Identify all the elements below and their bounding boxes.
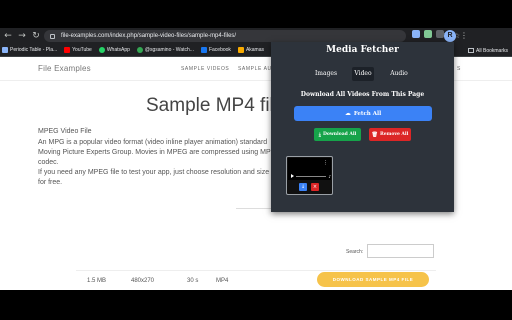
video-delete-button[interactable]: × (311, 183, 319, 191)
paragraph-line: codec. (38, 159, 59, 166)
trash-icon: × (312, 184, 318, 190)
file-size-cell: 1.5 MB (87, 278, 107, 284)
extensions-area (412, 30, 444, 38)
video-download-button[interactable]: ↓ (299, 183, 307, 191)
download-sample-button[interactable]: DOWNLOAD SAMPLE MP4 FILE (317, 272, 429, 287)
section-subtitle: MPEG Video File (38, 128, 92, 135)
omnibox[interactable]: file-examples.com/index.php/sample-video… (44, 30, 406, 42)
facebook-favicon-icon (200, 47, 207, 53)
folder-icon (468, 48, 475, 53)
tab-images[interactable]: Images (312, 67, 340, 81)
seek-bar[interactable] (296, 175, 327, 177)
media-fetcher-popup: Media Fetcher Images Video Audio Downloa… (271, 42, 454, 212)
nav-link[interactable]: SAMPLE VIDEOS (181, 66, 229, 72)
periodic-table-favicon-icon (2, 47, 8, 53)
back-icon[interactable]: ← (2, 30, 14, 42)
duration-cell: 30 s (187, 278, 199, 284)
video-options-icon[interactable]: ⋮ (323, 160, 328, 166)
bookmark-item[interactable]: Periodic Table - Pla... (2, 47, 57, 53)
popup-title: Media Fetcher (326, 45, 399, 55)
paragraph-line: Moving Picture Experts Group. Movies in … (38, 149, 276, 156)
fetch-all-button[interactable]: ☁ Fetch All (294, 106, 432, 121)
download-all-button[interactable]: ⤓ Download All (314, 128, 361, 141)
forward-icon[interactable]: → (16, 30, 28, 42)
paragraph-line: If you need any MPEG file to test your a… (38, 169, 270, 176)
nav-link[interactable]: SAMPLE AU (238, 66, 272, 72)
browser-menu-icon[interactable]: ⋮ (460, 30, 468, 42)
extension-icon[interactable] (424, 30, 432, 38)
black-bar-top (0, 0, 512, 28)
video-thumbnail[interactable]: ⋮ ♪ (288, 158, 331, 180)
bookmark-item[interactable]: @sgsamino - Watch... (136, 47, 194, 53)
bookmark-item[interactable]: Facebook (200, 47, 231, 53)
resolution-cell: 480x270 (131, 278, 155, 284)
all-bookmarks-button[interactable]: All Bookmarks (468, 44, 508, 57)
paragraph-line: An MPG is a popular video format (video … (38, 139, 268, 146)
akamas-favicon-icon (237, 47, 244, 53)
video-card: ⋮ ♪ ↓ × (286, 156, 333, 195)
popup-heading: Download All Videos From This Page (300, 91, 425, 98)
paragraph-line: for free. (38, 179, 63, 186)
tab-audio[interactable]: Audio (388, 67, 410, 81)
bookmark-item[interactable]: WhatsApp (98, 47, 130, 53)
url-text[interactable]: file-examples.com/index.php/sample-video… (61, 33, 236, 39)
search-input[interactable] (367, 244, 434, 258)
site-logo[interactable]: File Examples (38, 64, 91, 73)
trash-icon: 🗑 (371, 131, 379, 138)
extensions-puzzle-icon[interactable] (436, 30, 444, 38)
black-bar-bottom (0, 290, 512, 320)
watch-favicon-icon (136, 47, 143, 53)
video-controls: ♪ (291, 173, 331, 179)
bookmark-item[interactable]: YouTube (64, 47, 92, 53)
remove-all-button[interactable]: 🗑 Remove All (369, 128, 411, 141)
extension-icon[interactable] (412, 30, 420, 38)
bookmark-item[interactable]: Akamas (237, 47, 264, 53)
download-icon: ⤓ (318, 131, 321, 138)
play-icon[interactable] (291, 174, 294, 178)
tab-video[interactable]: Video (352, 67, 374, 81)
site-info-icon[interactable] (50, 33, 55, 39)
whatsapp-favicon-icon (98, 47, 105, 53)
format-cell: MP4 (216, 278, 229, 284)
download-icon: ↓ (300, 184, 306, 190)
profile-avatar[interactable]: R (444, 30, 456, 42)
table-divider (76, 270, 436, 271)
nav-link[interactable]: S (457, 66, 461, 72)
page-title: Sample MP4 file (146, 95, 285, 116)
search-label: Search: (346, 249, 364, 255)
cloud-download-icon: ☁ (344, 110, 351, 117)
youtube-favicon-icon (64, 47, 71, 53)
divider (236, 208, 276, 209)
reload-icon[interactable]: ↻ (30, 30, 42, 42)
volume-icon[interactable]: ♪ (328, 174, 331, 179)
